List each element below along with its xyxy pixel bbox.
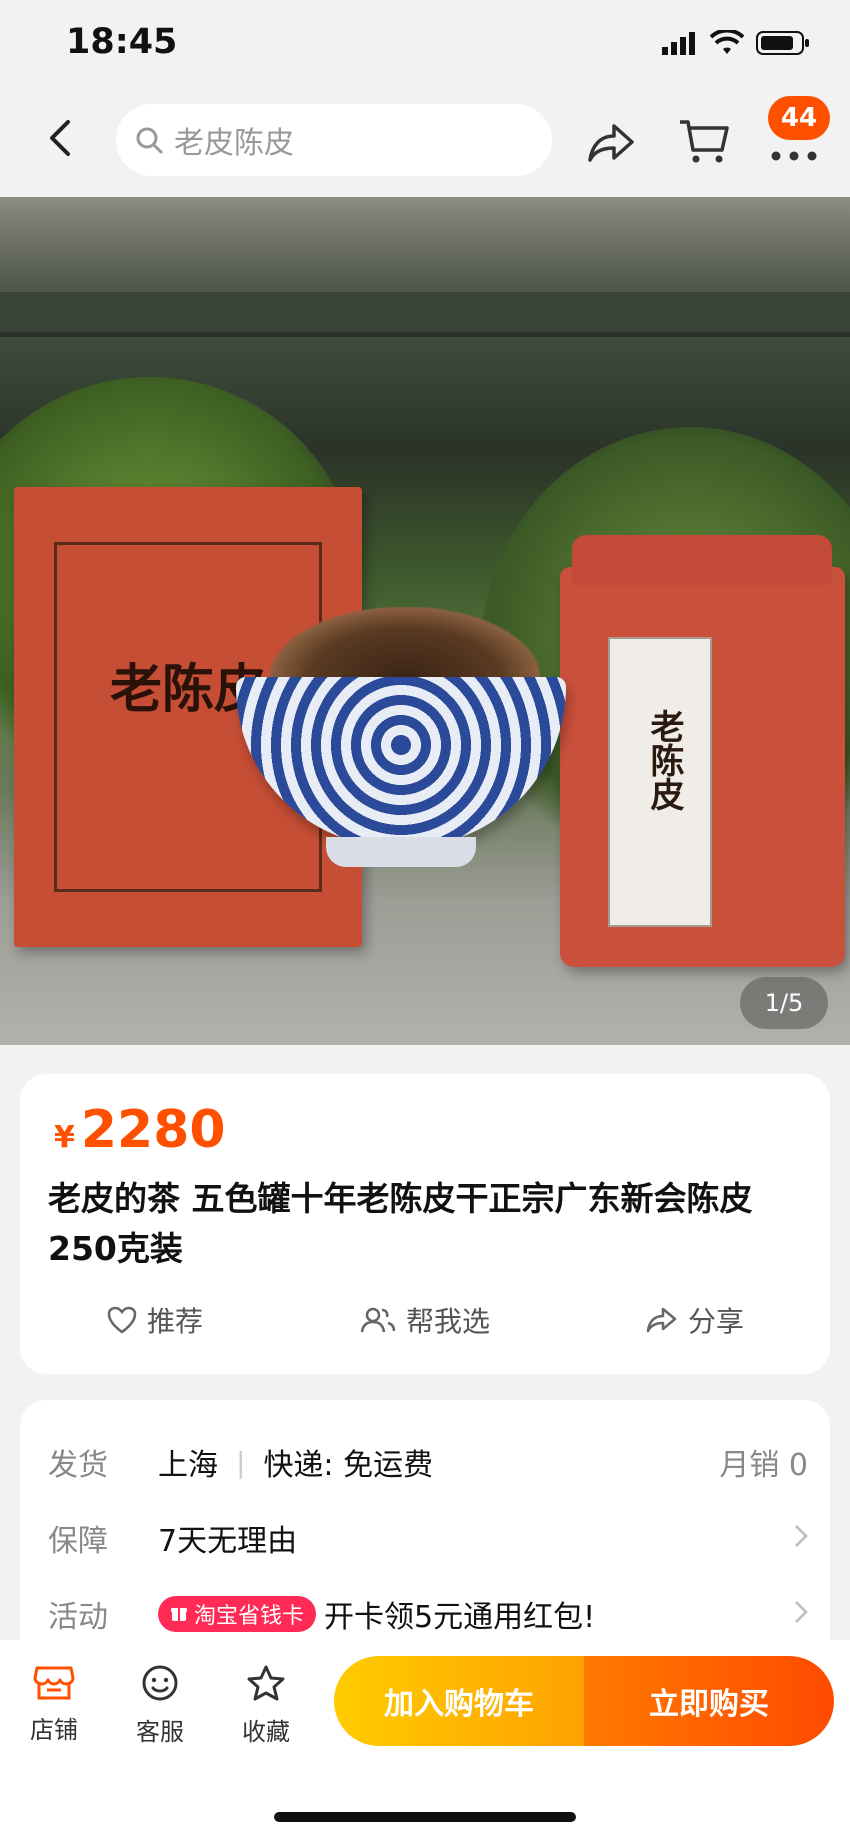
share-product-button[interactable]: 分享 (560, 1290, 830, 1350)
shipping-delivery: 快递: 免运费 (263, 1448, 434, 1483)
gift-icon (171, 1608, 187, 1621)
cart-button[interactable] (676, 112, 732, 168)
status-bar: 18:45 (0, 0, 850, 90)
bottom-action-bar: 店铺 客服 收藏 加入购物车 立即购买 (0, 1640, 850, 1841)
divider: | (236, 1445, 246, 1479)
jar-lid (572, 535, 832, 585)
product-jar: 老陈皮 (560, 535, 845, 967)
wifi-icon (710, 30, 744, 54)
customer-service-tab[interactable]: 客服 (120, 1664, 200, 1747)
search-input[interactable]: 老皮陈皮 (116, 104, 552, 176)
promo-label: 活动 (48, 1600, 108, 1635)
recommend-button[interactable]: 推荐 (20, 1290, 290, 1350)
product-image-gallery[interactable]: 老陈皮 老陈皮 (0, 197, 850, 1045)
help-me-choose-label: 帮我选 (405, 1305, 490, 1338)
favorite-label: 收藏 (242, 1718, 290, 1746)
shipping-label: 发货 (48, 1448, 108, 1483)
guarantee-value: 7天无理由 (158, 1524, 298, 1559)
search-icon (136, 127, 163, 154)
price-value: 2280 (80, 1100, 226, 1160)
price-currency: ¥ (54, 1120, 75, 1155)
help-me-choose-button[interactable]: 帮我选 (290, 1290, 560, 1350)
chevron-right-icon (794, 1524, 808, 1552)
buy-now-button[interactable]: 立即购买 (584, 1656, 834, 1746)
users-icon (360, 1307, 396, 1333)
search-placeholder: 老皮陈皮 (174, 126, 294, 161)
monthly-sales: 月销 0 (719, 1448, 808, 1483)
home-indicator (274, 1812, 576, 1822)
message-badge: 44 (768, 96, 830, 140)
share-button[interactable] (584, 114, 640, 170)
store-tab[interactable]: 店铺 (14, 1664, 94, 1745)
background-eave (0, 292, 850, 332)
product-actions: 推荐 帮我选 分享 (20, 1290, 830, 1350)
promo-value: 开卡领5元通用红包! (324, 1600, 596, 1635)
status-time: 18:45 (66, 22, 178, 62)
jar-label: 老陈皮 (608, 637, 712, 927)
promo-tag-text: 淘宝省钱卡 (194, 1604, 305, 1629)
star-icon (247, 1665, 285, 1701)
share-icon (646, 1307, 677, 1333)
signal-icon (662, 32, 695, 55)
share-label: 分享 (687, 1305, 744, 1338)
favorite-tab[interactable]: 收藏 (226, 1664, 306, 1747)
jar-label-text: 老陈皮 (644, 709, 684, 811)
status-icons (662, 30, 810, 56)
chevron-right-icon (794, 1600, 808, 1628)
guarantee-label: 保障 (48, 1524, 108, 1559)
product-title: 老皮的茶 五色罐十年老陈皮干正宗广东新会陈皮250克装 (48, 1179, 753, 1268)
customer-service-label: 客服 (136, 1718, 184, 1746)
product-info-card: ¥ 2280 老皮的茶 五色罐十年老陈皮干正宗广东新会陈皮250克装 推荐 帮我… (20, 1074, 830, 1374)
add-to-cart-button[interactable]: 加入购物车 (334, 1656, 584, 1746)
back-button[interactable] (36, 114, 84, 162)
heart-icon (107, 1306, 137, 1334)
promo-row[interactable]: 活动 淘宝省钱卡 开卡领5元通用红包! (48, 1584, 808, 1644)
cart-icon (680, 120, 729, 163)
store-label: 店铺 (30, 1716, 78, 1744)
guarantee-row[interactable]: 保障 7天无理由 (48, 1508, 808, 1568)
store-icon (33, 1666, 75, 1700)
recommend-label: 推荐 (146, 1305, 203, 1338)
battery-icon (756, 31, 809, 55)
bowl-foot (326, 837, 476, 867)
shipping-origin: 上海 (158, 1448, 218, 1483)
chevron-left-icon (50, 120, 70, 156)
promo-tag: 淘宝省钱卡 (158, 1596, 317, 1632)
shipping-row[interactable]: 发货 上海 | 快递: 免运费 月销 0 (48, 1432, 808, 1492)
price: ¥ 2280 (54, 1100, 226, 1160)
share-icon (588, 124, 634, 162)
customer-service-icon (142, 1665, 178, 1701)
gallery-pager: 1/5 (740, 977, 828, 1029)
top-nav: 老皮陈皮 (0, 90, 850, 196)
